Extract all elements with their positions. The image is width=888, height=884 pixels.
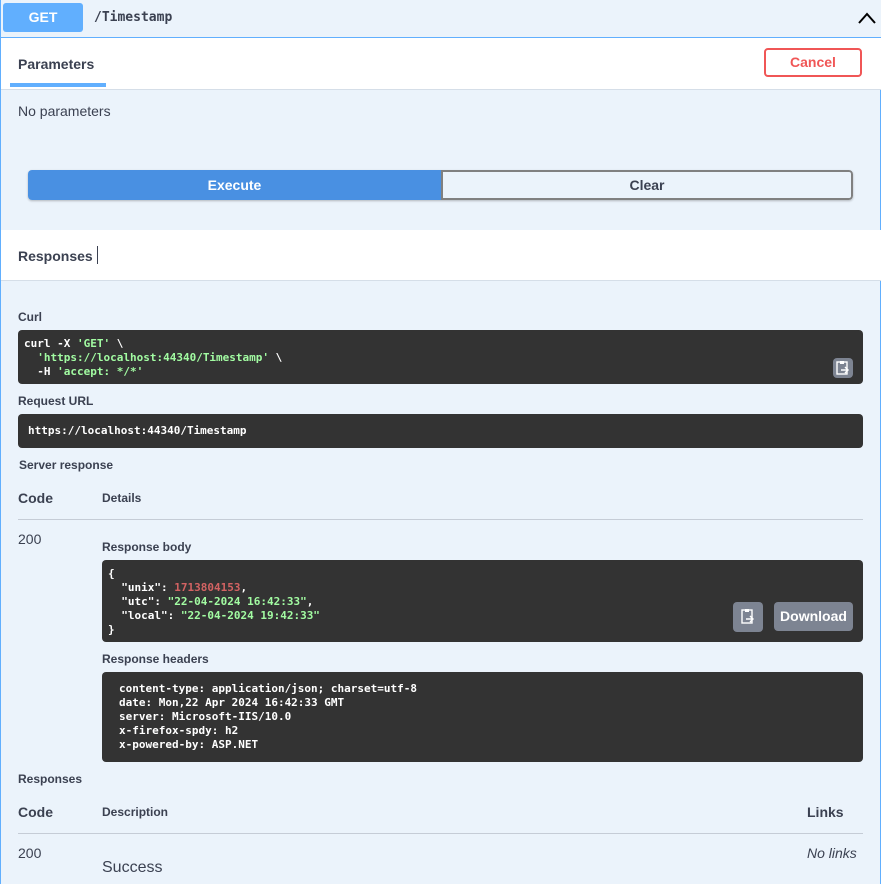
chevron-up-icon[interactable]	[857, 10, 877, 26]
body-local-value: "22-04-2024 19:42:33"	[180, 609, 320, 622]
request-url-value: https://localhost:44340/Timestamp	[28, 424, 247, 437]
copy-curl-button[interactable]	[833, 358, 853, 378]
operation-block: GET /Timestamp Parameters Cancel No para…	[0, 0, 881, 884]
parameters-header: Parameters	[1, 38, 881, 90]
curl-url: 'https://localhost:44340/Timestamp'	[37, 351, 270, 364]
clipboard-icon	[741, 609, 754, 624]
curl-line1-suffix: \	[110, 337, 124, 350]
method-badge: GET	[3, 3, 83, 32]
server-details-header: Details	[102, 491, 142, 505]
server-response-divider	[18, 519, 863, 520]
text-cursor	[97, 246, 98, 264]
request-url-label: Request URL	[18, 394, 94, 408]
header-line: x-firefox-spdy: h2	[119, 724, 239, 737]
responses-table-label: Responses	[18, 772, 83, 786]
curl-line2-suffix: \	[269, 351, 283, 364]
tab-parameters[interactable]: Parameters	[10, 56, 106, 86]
curl-cmd-prefix: curl -X	[24, 337, 77, 350]
request-url-block[interactable]: https://localhost:44340/Timestamp	[18, 414, 863, 448]
curl-header-flag: -H	[37, 365, 58, 378]
header-line: x-powered-by: ASP.NET	[119, 738, 259, 751]
body-unix-key: "unix"	[121, 581, 161, 594]
body-close-brace: }	[108, 623, 115, 636]
responses-code: 200	[18, 845, 42, 861]
execute-wrapper: Execute Clear	[28, 170, 853, 200]
response-body-label: Response body	[102, 540, 192, 554]
download-button[interactable]: Download	[774, 602, 853, 631]
response-headers-block[interactable]: content-type: application/json; charset=…	[102, 672, 863, 762]
curl-code-block[interactable]: curl -X 'GET' \ 'https://localhost:44340…	[18, 330, 863, 384]
body-utc-key: "utc"	[121, 595, 155, 608]
responses-description: Success	[102, 859, 163, 876]
cancel-button[interactable]: Cancel	[764, 48, 862, 77]
header-line: content-type: application/json; charset=…	[119, 682, 418, 695]
no-parameters-text: No parameters	[18, 103, 111, 119]
server-response-label: Server response	[19, 458, 114, 472]
curl-header: 'accept: */*'	[57, 365, 144, 378]
responses-header: Responses	[1, 230, 881, 281]
tab-active-indicator	[10, 83, 106, 87]
response-headers-label: Response headers	[102, 652, 209, 666]
responses-table-divider	[18, 833, 863, 834]
body-unix-value: 1713804153	[174, 581, 241, 594]
body-utc-value: "22-04-2024 16:42:33"	[167, 595, 307, 608]
clear-button[interactable]: Clear	[441, 170, 853, 200]
body-local-key: "local"	[121, 609, 168, 622]
curl-method: 'GET'	[76, 337, 111, 350]
header-line: date: Mon,22 Apr 2024 16:42:33 GMT	[119, 696, 345, 709]
execute-button[interactable]: Execute	[28, 170, 441, 200]
header-line: server: Microsoft-IIS/10.0	[119, 710, 292, 723]
responses-title: Responses	[18, 248, 93, 264]
curl-label: Curl	[18, 310, 42, 324]
server-response-code: 200	[18, 531, 42, 547]
copy-response-button[interactable]	[733, 602, 763, 632]
responses-links: No links	[807, 845, 857, 861]
responses-description-header: Description	[102, 805, 169, 819]
responses-code-header: Code	[18, 804, 53, 820]
operation-path: /Timestamp	[94, 10, 173, 25]
server-code-header: Code	[18, 490, 53, 506]
clipboard-icon	[836, 361, 849, 375]
operation-summary[interactable]: GET /Timestamp	[1, 0, 881, 38]
body-open-brace: {	[108, 567, 115, 580]
responses-links-header: Links	[807, 804, 844, 820]
